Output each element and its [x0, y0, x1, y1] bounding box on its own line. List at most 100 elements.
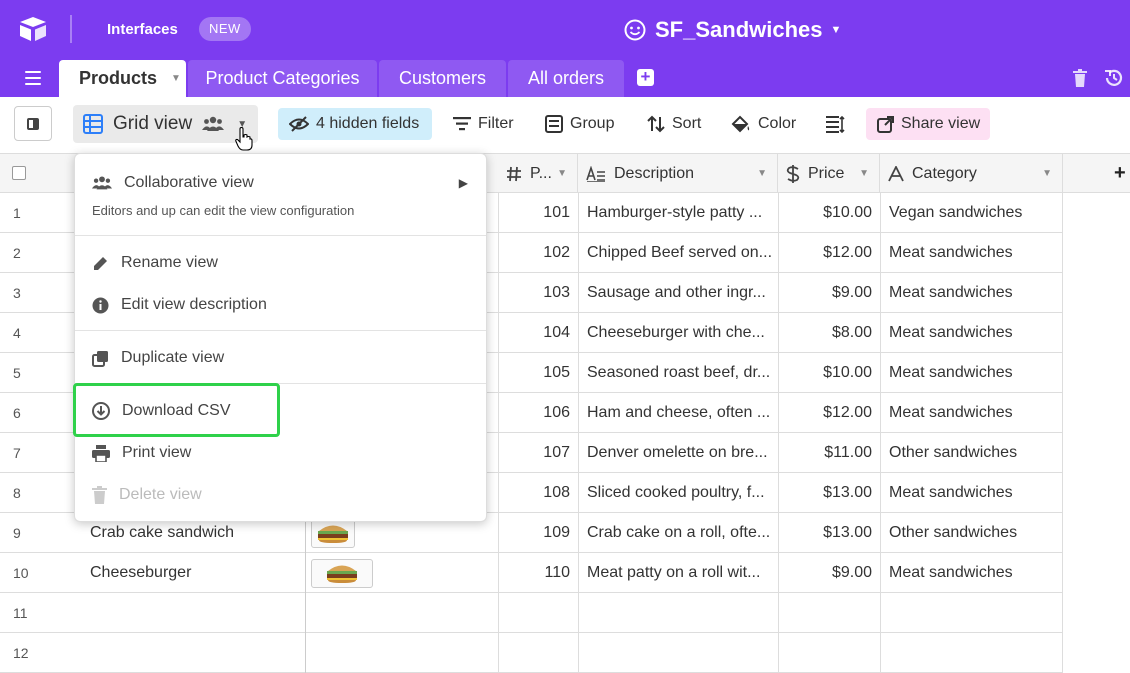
cell-price[interactable]: $8.00	[778, 313, 880, 353]
cell-category[interactable]: Meat sandwiches	[880, 473, 1063, 513]
base-title[interactable]: SF_Sandwiches ▼	[624, 15, 841, 45]
interfaces-link[interactable]: Interfaces	[107, 21, 178, 38]
cell-description[interactable]	[578, 593, 778, 633]
cell-price[interactable]: $12.00	[778, 393, 880, 433]
cell-description[interactable]: Crab cake on a roll, ofte...	[578, 513, 778, 553]
cell-id[interactable]: 109	[498, 513, 578, 553]
select-all-checkbox[interactable]	[12, 166, 26, 180]
cell-price[interactable]: $9.00	[778, 273, 880, 313]
sidebar-toggle-button[interactable]	[14, 106, 52, 141]
chevron-down-icon[interactable]: ▼	[757, 168, 767, 179]
cell-category[interactable]: Meat sandwiches	[880, 233, 1063, 273]
cell-category[interactable]: Other sandwiches	[880, 433, 1063, 473]
cell-price[interactable]: $10.00	[778, 193, 880, 233]
cell-description[interactable]: Hamburger-style patty ...	[578, 193, 778, 233]
group-icon	[545, 115, 563, 133]
group-button[interactable]: Group	[545, 108, 614, 140]
table-row[interactable]: 11	[0, 593, 1063, 633]
cell-category[interactable]	[880, 633, 1063, 673]
print-view-item[interactable]: Print view	[75, 441, 486, 465]
cell-price[interactable]	[778, 633, 880, 673]
column-header-id[interactable]: P... ▼	[498, 154, 578, 193]
table-row[interactable]: 12	[0, 633, 1063, 673]
menu-icon[interactable]	[25, 71, 41, 85]
cell-price[interactable]: $10.00	[778, 353, 880, 393]
cell-category[interactable]: Meat sandwiches	[880, 393, 1063, 433]
sort-icon	[647, 115, 665, 133]
cell-id[interactable]: 107	[498, 433, 578, 473]
cell-category[interactable]: Vegan sandwiches	[880, 193, 1063, 233]
edit-view-description-item[interactable]: Edit view description	[75, 293, 486, 317]
cell-id[interactable]: 103	[498, 273, 578, 313]
chevron-down-icon[interactable]: ▼	[1042, 168, 1052, 179]
hidden-fields-button[interactable]: 4 hidden fields	[278, 108, 432, 140]
cell-id[interactable]: 104	[498, 313, 578, 353]
cell-category[interactable]: Meat sandwiches	[880, 553, 1063, 593]
cell-id[interactable]: 106	[498, 393, 578, 433]
chevron-down-icon[interactable]: ▼	[557, 168, 567, 179]
cell-id[interactable]: 101	[498, 193, 578, 233]
cell-price[interactable]: $12.00	[778, 233, 880, 273]
cell-description[interactable]: Chipped Beef served on...	[578, 233, 778, 273]
column-header-description[interactable]: Description ▼	[578, 154, 778, 193]
cell-description[interactable]	[578, 633, 778, 673]
color-button[interactable]: Color	[731, 108, 796, 140]
cell-description[interactable]: Ham and cheese, often ...	[578, 393, 778, 433]
cell-image[interactable]	[305, 633, 498, 673]
cell-description[interactable]: Seasoned roast beef, dr...	[578, 353, 778, 393]
cell-category[interactable]: Meat sandwiches	[880, 353, 1063, 393]
cell-description[interactable]: Meat patty on a roll wit...	[578, 553, 778, 593]
cell-description[interactable]: Cheeseburger with che...	[578, 313, 778, 353]
cell-price[interactable]	[778, 593, 880, 633]
cell-price[interactable]: $13.00	[778, 513, 880, 553]
cell-id[interactable]: 108	[498, 473, 578, 513]
cell-price[interactable]: $11.00	[778, 433, 880, 473]
cell-name[interactable]	[82, 633, 305, 673]
sandwich-image-icon[interactable]	[311, 518, 355, 548]
duplicate-view-item[interactable]: Duplicate view	[75, 346, 486, 370]
add-table-icon[interactable]: +	[637, 68, 654, 86]
tab-customers[interactable]: Customers	[379, 60, 506, 97]
tab-product-categories[interactable]: Product Categories	[188, 60, 377, 97]
view-options-menu: Collaborative view ▶ Editors and up can …	[74, 153, 487, 522]
app-logo-icon[interactable]	[18, 16, 48, 42]
cell-image[interactable]	[305, 553, 498, 593]
chevron-down-icon[interactable]: ▼	[171, 73, 181, 84]
cell-description[interactable]: Denver omelette on bre...	[578, 433, 778, 473]
column-header-price[interactable]: Price ▼	[778, 154, 880, 193]
sandwich-image-icon[interactable]	[311, 558, 373, 588]
collaborative-view-item[interactable]: Collaborative view ▶	[75, 171, 486, 195]
filter-button[interactable]: Filter	[453, 108, 514, 140]
cell-category[interactable]: Other sandwiches	[880, 513, 1063, 553]
cell-price[interactable]: $9.00	[778, 553, 880, 593]
view-switcher-button[interactable]: Grid view ▼	[73, 105, 258, 143]
cell-id[interactable]: 110	[498, 553, 578, 593]
download-csv-item[interactable]: Download CSV	[75, 399, 486, 423]
chevron-down-icon[interactable]: ▼	[859, 168, 869, 179]
cell-id[interactable]: 105	[498, 353, 578, 393]
cell-image[interactable]	[305, 593, 498, 633]
add-field-icon[interactable]: +	[1114, 162, 1126, 185]
row-height-button[interactable]	[826, 108, 853, 140]
share-view-button[interactable]: Share view	[866, 108, 990, 140]
sort-button[interactable]: Sort	[647, 108, 701, 140]
history-icon[interactable]	[1103, 67, 1125, 89]
cell-category[interactable]: Meat sandwiches	[880, 273, 1063, 313]
cell-description[interactable]: Sliced cooked poultry, f...	[578, 473, 778, 513]
row-number: 4	[13, 325, 21, 341]
trash-icon[interactable]	[1072, 68, 1088, 88]
cell-description[interactable]: Sausage and other ingr...	[578, 273, 778, 313]
cell-category[interactable]: Meat sandwiches	[880, 313, 1063, 353]
cell-id[interactable]	[498, 633, 578, 673]
rename-view-item[interactable]: Rename view	[75, 251, 486, 275]
cell-price[interactable]: $13.00	[778, 473, 880, 513]
tab-products[interactable]: Products ▼	[59, 60, 186, 97]
cell-name[interactable]	[82, 593, 305, 633]
cell-category[interactable]	[880, 593, 1063, 633]
cell-id[interactable]	[498, 593, 578, 633]
tab-all-orders[interactable]: All orders	[508, 60, 624, 97]
table-row[interactable]: 10 Cheeseburger 110 Meat patty on a roll wi…	[0, 553, 1063, 593]
cell-name[interactable]: Cheeseburger	[82, 553, 305, 593]
cell-id[interactable]: 102	[498, 233, 578, 273]
column-header-category[interactable]: Category ▼	[880, 154, 1063, 193]
